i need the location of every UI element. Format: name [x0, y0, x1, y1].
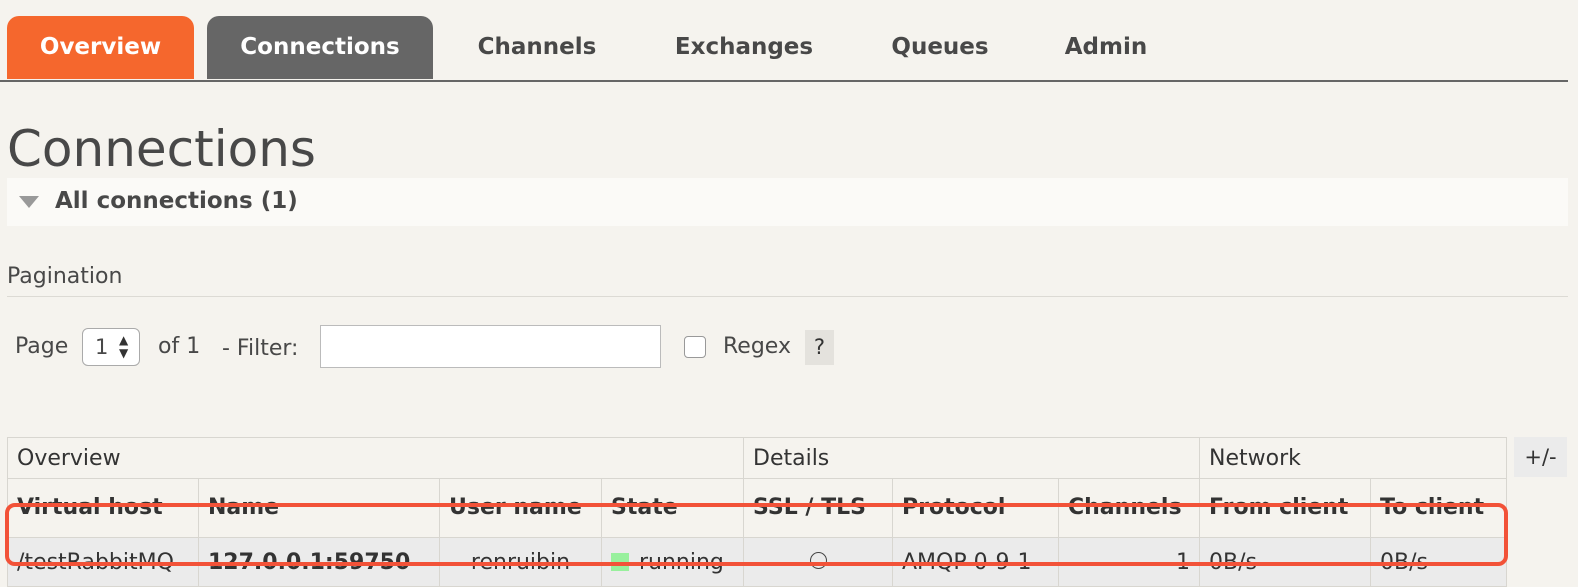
row-highlight-box	[5, 503, 1508, 566]
tab-connections[interactable]: Connections	[207, 16, 433, 79]
regex-label: Regex	[723, 334, 791, 359]
select-arrows-icon: ▲ ▼	[119, 333, 129, 360]
help-button[interactable]: ?	[805, 330, 834, 365]
collapse-triangle-icon	[19, 196, 39, 208]
group-details: Details	[743, 437, 1200, 479]
filter-label: - Filter:	[222, 336, 299, 361]
column-toggle-button[interactable]: +/-	[1514, 437, 1567, 477]
pagination-divider	[7, 296, 1568, 297]
page-select[interactable]: 1 ▲ ▼	[82, 328, 140, 366]
all-connections-toggle[interactable]: All connections (1)	[7, 178, 1568, 226]
page-label: Page	[15, 334, 69, 359]
group-overview: Overview	[7, 437, 744, 479]
page-select-value: 1	[95, 335, 109, 359]
nav-tabs: Overview Connections Channels Exchanges …	[0, 0, 1568, 82]
section-title: All connections (1)	[55, 188, 298, 214]
page-count-label: of 1	[158, 334, 201, 359]
group-network: Network	[1199, 437, 1507, 479]
tab-admin[interactable]: Admin	[1040, 16, 1172, 79]
page-title: Connections	[7, 120, 316, 178]
tab-overview[interactable]: Overview	[7, 16, 194, 79]
pagination-label: Pagination	[7, 264, 123, 289]
tab-channels[interactable]: Channels	[450, 16, 624, 79]
filter-input[interactable]	[320, 325, 661, 368]
tab-queues[interactable]: Queues	[860, 16, 1020, 79]
regex-checkbox[interactable]	[684, 336, 706, 358]
tab-exchanges[interactable]: Exchanges	[650, 16, 838, 79]
